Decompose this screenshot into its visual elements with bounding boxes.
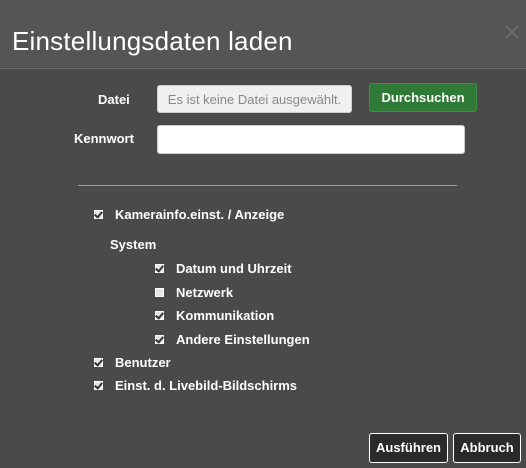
dialog-header: Einstellungsdaten laden [0,0,526,69]
execute-button[interactable]: Ausführen [369,433,448,463]
option-communication[interactable]: Kommunikation [155,306,274,324]
liveview-label: Einst. d. Livebild-Bildschirms [115,377,298,393]
liveview-checkbox[interactable] [94,380,103,390]
option-date-time[interactable]: Datum und Uhrzeit [155,259,292,277]
date-time-checkbox[interactable] [155,263,164,273]
password-label: Kennwort [74,131,134,146]
option-other-settings[interactable]: Andere Einstellungen [155,330,310,348]
date-time-label: Datum und Uhrzeit [176,260,292,276]
network-label: Netzwerk [176,284,234,300]
load-settings-dialog: Einstellungsdaten laden Datei Es ist kei… [0,0,526,468]
communication-checkbox[interactable] [155,310,164,320]
option-liveview[interactable]: Einst. d. Livebild-Bildschirms [94,376,297,394]
close-icon[interactable] [504,24,520,40]
option-camera-info[interactable]: Kamerainfo.einst. / Anzeige [94,205,284,223]
other-settings-label: Andere Einstellungen [176,331,310,347]
network-checkbox[interactable] [155,287,164,297]
file-name-display: Es ist keine Datei ausgewählt. [157,85,352,113]
password-input[interactable] [157,125,465,154]
camera-info-checkbox[interactable] [94,209,103,219]
option-network[interactable]: Netzwerk [155,283,233,301]
dialog-title: Einstellungsdaten laden [12,26,293,56]
other-settings-checkbox[interactable] [155,334,164,344]
option-user[interactable]: Benutzer [94,353,171,371]
system-section-label: System [110,237,157,252]
camera-info-label: Kamerainfo.einst. / Anzeige [115,206,285,222]
user-checkbox[interactable] [94,357,103,367]
cancel-button[interactable]: Abbruch [453,433,521,463]
user-label: Benutzer [115,354,171,370]
divider [78,185,457,186]
file-label: Datei [98,92,130,107]
browse-button[interactable]: Durchsuchen [369,83,477,112]
communication-label: Kommunikation [176,307,275,323]
